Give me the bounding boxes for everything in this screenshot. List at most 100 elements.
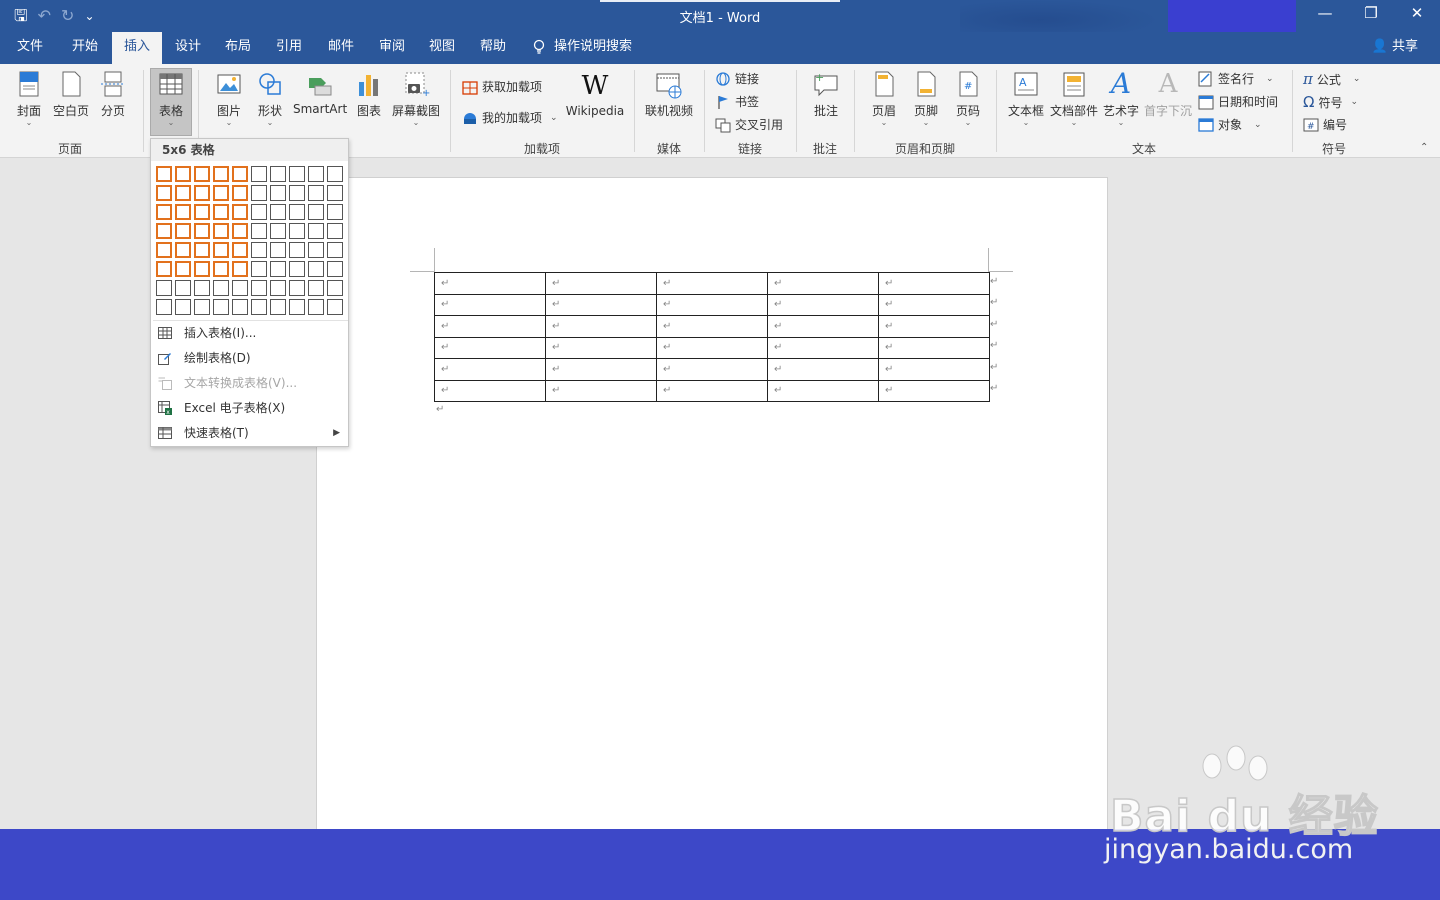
cover-page-button[interactable]: 封面 ⌄ <box>12 70 46 127</box>
equation-button[interactable]: π 公式 ⌄ <box>1303 70 1360 88</box>
table-cell[interactable]: ↵ <box>434 358 546 381</box>
textbox-button[interactable]: A 文本框 ⌄ <box>1006 70 1046 127</box>
grid-cell-selected[interactable] <box>232 223 248 239</box>
close-icon[interactable]: ✕ <box>1402 4 1432 22</box>
grid-cell-selected[interactable] <box>156 242 172 258</box>
symbol-button[interactable]: Ω 符号 ⌄ <box>1303 93 1358 111</box>
table-cell[interactable]: ↵ <box>545 336 657 359</box>
grid-cell[interactable] <box>270 204 286 220</box>
tell-me-search[interactable]: 操作说明搜索 <box>532 32 632 64</box>
grid-cell[interactable] <box>232 299 248 315</box>
picture-button[interactable]: 图片 ⌄ <box>212 70 246 127</box>
table-cell[interactable]: ↵ <box>434 336 546 359</box>
share-button[interactable]: 👤 共享 <box>1372 32 1418 64</box>
grid-cell[interactable] <box>251 280 267 296</box>
draw-table-item[interactable]: 绘制表格(D) <box>151 346 348 371</box>
grid-cell-selected[interactable] <box>156 204 172 220</box>
drop-cap-button[interactable]: A 首字下沉 <box>1144 70 1192 119</box>
table-cell[interactable]: ↵ <box>434 272 546 295</box>
grid-cell[interactable] <box>156 280 172 296</box>
table-cell[interactable]: ↵ <box>878 336 990 359</box>
table-cell[interactable]: ↵ <box>545 272 657 295</box>
grid-cell-selected[interactable] <box>175 223 191 239</box>
grid-cell-selected[interactable] <box>232 185 248 201</box>
grid-cell[interactable] <box>251 299 267 315</box>
grid-cell-selected[interactable] <box>213 223 229 239</box>
grid-cell-selected[interactable] <box>175 185 191 201</box>
grid-cell[interactable] <box>251 166 267 182</box>
grid-cell-selected[interactable] <box>194 223 210 239</box>
grid-cell-selected[interactable] <box>194 242 210 258</box>
grid-cell[interactable] <box>270 261 286 277</box>
grid-cell[interactable] <box>251 261 267 277</box>
grid-cell-selected[interactable] <box>175 166 191 182</box>
grid-cell-selected[interactable] <box>232 261 248 277</box>
grid-cell[interactable] <box>251 204 267 220</box>
table-cell[interactable]: ↵ <box>656 336 768 359</box>
grid-cell[interactable] <box>308 166 324 182</box>
page-break-button[interactable]: 分页 <box>97 70 129 119</box>
table-cell[interactable]: ↵ <box>656 315 768 338</box>
crossref-button[interactable]: 交叉引用 <box>715 116 783 133</box>
grid-cell-selected[interactable] <box>175 261 191 277</box>
table-cell[interactable]: ↵ <box>878 358 990 381</box>
grid-cell[interactable] <box>270 280 286 296</box>
grid-cell-selected[interactable] <box>213 242 229 258</box>
grid-cell[interactable] <box>175 280 191 296</box>
restore-icon[interactable]: ❐ <box>1356 4 1386 22</box>
table-cell[interactable]: ↵ <box>656 358 768 381</box>
signature-line-button[interactable]: 签名行 ⌄ <box>1198 70 1274 87</box>
blank-page-button[interactable]: 空白页 <box>52 70 90 119</box>
online-video-button[interactable]: 联机视频 <box>643 70 695 119</box>
my-addins-button[interactable]: 我的加载项 ⌄ <box>462 109 558 126</box>
table-cell[interactable]: ↵ <box>656 379 768 402</box>
grid-cell[interactable] <box>251 223 267 239</box>
chevron-down-icon[interactable]: ⌄ <box>550 113 558 123</box>
grid-cell[interactable] <box>289 280 305 296</box>
grid-cell[interactable] <box>194 280 210 296</box>
table-cell[interactable]: ↵ <box>878 315 990 338</box>
grid-cell[interactable] <box>251 242 267 258</box>
footer-button[interactable]: 页脚 ⌄ <box>908 70 944 127</box>
bookmark-button[interactable]: 书签 <box>715 93 759 110</box>
get-addins-button[interactable]: 获取加载项 <box>462 78 542 95</box>
document-table[interactable]: ↵ ↵ ↵ ↵ ↵ ↵ ↵ ↵ ↵ ↵ ↵ ↵ ↵ ↵ ↵ ↵ ↵ ↵ ↵ ↵ ↵ ↵ ↵ ↵ ↵ ↵ ↵ ↵ ↵ ↵ <box>434 272 990 402</box>
grid-cell[interactable] <box>232 280 248 296</box>
new-comment-button[interactable]: + 批注 <box>806 70 846 119</box>
table-cell[interactable]: ↵ <box>434 315 546 338</box>
tab-mailings[interactable]: 邮件 <box>316 32 366 64</box>
minimize-icon[interactable]: — <box>1310 4 1340 22</box>
grid-cell-selected[interactable] <box>156 166 172 182</box>
grid-cell[interactable] <box>156 299 172 315</box>
grid-cell-selected[interactable] <box>232 242 248 258</box>
table-button[interactable]: 表格 ⌄ <box>152 70 190 127</box>
grid-cell[interactable] <box>327 299 343 315</box>
insert-table-item[interactable]: 插入表格(I)... <box>151 321 348 346</box>
tab-layout[interactable]: 布局 <box>213 32 263 64</box>
grid-cell[interactable] <box>308 185 324 201</box>
grid-cell-selected[interactable] <box>213 261 229 277</box>
object-button[interactable]: 对象 ⌄ <box>1198 116 1262 133</box>
grid-cell[interactable] <box>289 185 305 201</box>
date-time-button[interactable]: 日期和时间 <box>1198 93 1278 110</box>
link-button[interactable]: 链接 <box>715 70 759 87</box>
grid-cell[interactable] <box>327 185 343 201</box>
grid-cell[interactable] <box>308 223 324 239</box>
grid-cell-selected[interactable] <box>156 223 172 239</box>
grid-cell[interactable] <box>289 242 305 258</box>
wikipedia-button[interactable]: W Wikipedia <box>564 72 626 118</box>
tab-home[interactable]: 开始 <box>60 32 110 64</box>
table-cell[interactable]: ↵ <box>656 272 768 295</box>
grid-cell-selected[interactable] <box>194 204 210 220</box>
grid-cell[interactable] <box>175 299 191 315</box>
table-cell[interactable]: ↵ <box>545 293 657 316</box>
grid-cell[interactable] <box>213 280 229 296</box>
tab-help[interactable]: 帮助 <box>468 32 518 64</box>
grid-cell[interactable] <box>308 261 324 277</box>
page-number-button[interactable]: # 页码 ⌄ <box>950 70 986 127</box>
grid-cell-selected[interactable] <box>175 204 191 220</box>
grid-cell-selected[interactable] <box>213 166 229 182</box>
grid-cell[interactable] <box>308 242 324 258</box>
grid-cell[interactable] <box>327 204 343 220</box>
grid-cell-selected[interactable] <box>175 242 191 258</box>
